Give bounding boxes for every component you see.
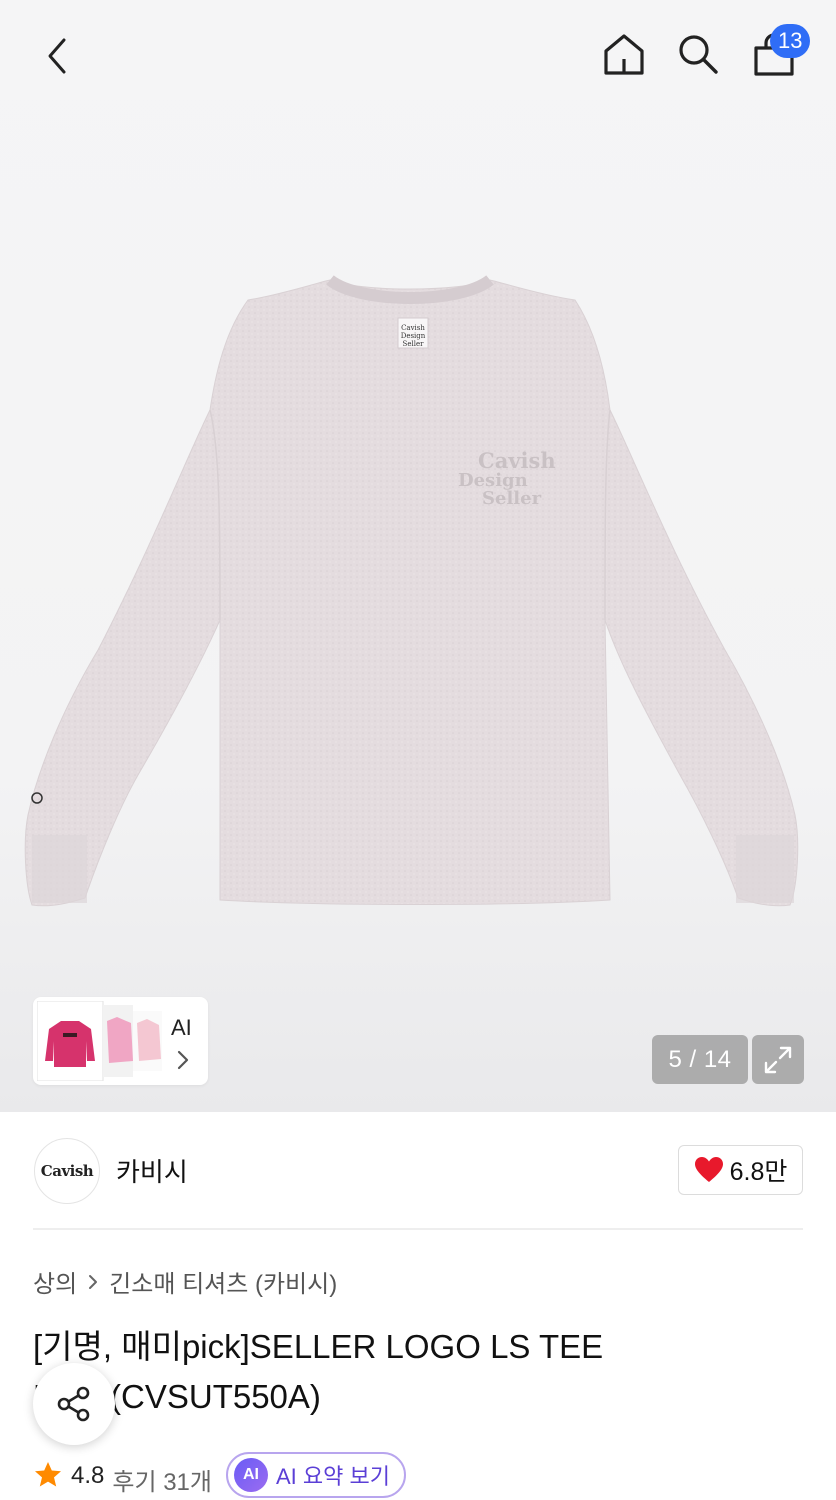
cart-count-badge: 13: [770, 24, 811, 58]
share-icon: [57, 1386, 90, 1422]
breadcrumb-subcategory[interactable]: 긴소매 티셔츠 (카비시): [109, 1264, 337, 1299]
image-counter: 5 / 14: [652, 1035, 748, 1084]
search-icon: [679, 35, 718, 74]
expand-icon: [764, 1046, 792, 1073]
breadcrumb: 상의 긴소매 티셔츠 (카비시): [33, 1264, 337, 1299]
review-count-link[interactable]: 후기 31개: [112, 1462, 212, 1497]
neck-label-text: Seller: [403, 340, 425, 348]
product-image: Cavish Design Seller Cavish Design Selle…: [24, 275, 799, 907]
svg-text:Seller: Seller: [482, 488, 542, 509]
chevron-left-icon: [48, 38, 66, 74]
ai-summary-label: AI 요약 보기: [275, 1464, 390, 1489]
rating-row: 4.8 후기 31개 AI AI 요약 보기: [33, 1450, 406, 1500]
like-button[interactable]: 6.8만: [678, 1145, 803, 1195]
product-title: [기명, 매미pick]SELLER LOGO LS TEE PINK(CVSU…: [33, 1328, 604, 1415]
brand-logo-text: Cavish: [40, 1162, 94, 1180]
ai-similar-items-card[interactable]: AI: [33, 997, 208, 1085]
brand-logo[interactable]: Cavish: [34, 1138, 100, 1204]
heart-icon: [694, 1157, 723, 1182]
home-icon: [604, 34, 644, 75]
ai-badge-icon: AI: [233, 1458, 268, 1492]
share-button[interactable]: [33, 1363, 115, 1445]
fullscreen-button[interactable]: [752, 1035, 804, 1084]
star-icon: [35, 1462, 61, 1487]
chevron-right-icon: [89, 1274, 98, 1289]
neck-label-text: Design: [401, 332, 426, 340]
brand-name-link[interactable]: 카비시: [116, 1152, 188, 1189]
brand-row: Cavish 카비시 6.8만: [0, 1112, 836, 1230]
rating-score: 4.8: [71, 1462, 105, 1489]
back-button[interactable]: [30, 28, 86, 84]
like-count: 6.8만: [729, 1158, 788, 1186]
thumbnail-strip: [37, 1001, 162, 1081]
search-button[interactable]: [670, 26, 726, 82]
divider: [33, 1228, 803, 1230]
top-navigation-bar: 13: [0, 0, 836, 110]
chevron-right-icon: [177, 1050, 189, 1070]
product-gallery[interactable]: 13 Cavish Design Seller Cavish Design Se…: [0, 0, 836, 1112]
breadcrumb-category[interactable]: 상의: [33, 1264, 77, 1299]
home-button[interactable]: [596, 26, 652, 82]
neck-label-text: Cavish: [401, 324, 425, 332]
ai-summary-button[interactable]: AI AI 요약 보기: [225, 1452, 406, 1498]
ai-label: AI: [171, 1015, 192, 1040]
